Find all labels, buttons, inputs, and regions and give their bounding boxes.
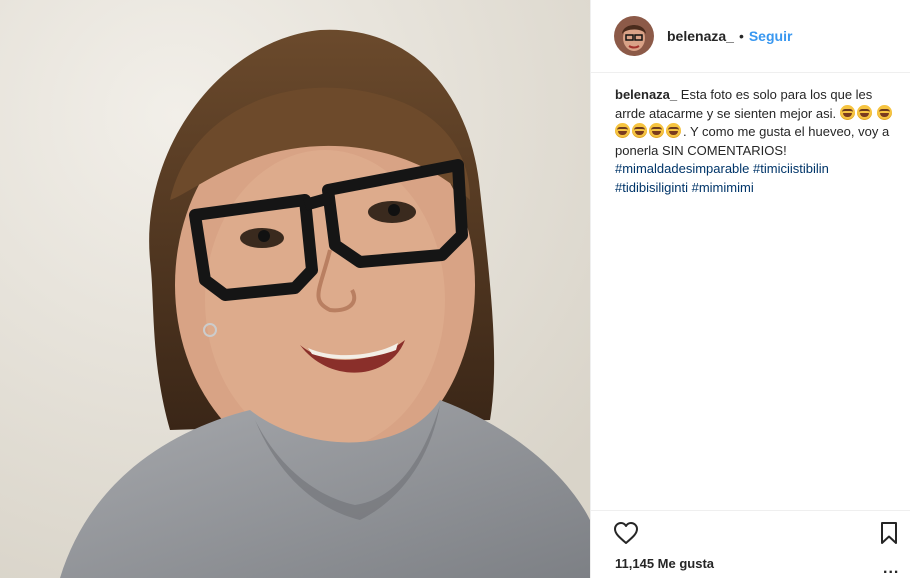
post-actions-bar (591, 510, 910, 559)
laughing-emoji-icon (615, 123, 630, 138)
laughing-emoji-icon (632, 123, 647, 138)
hashtag-link[interactable]: #tidibisiliginti (615, 180, 688, 195)
laughing-emoji-icon (649, 123, 664, 138)
laughing-emoji-icon (856, 104, 872, 120)
follow-button[interactable]: Seguir (749, 28, 793, 44)
avatar-image (614, 16, 654, 56)
likes-count[interactable]: 11,145 Me gusta (615, 556, 714, 571)
post-side-panel: belenaza_ • Seguir belenaza_ Esta foto e… (590, 0, 910, 578)
avatar[interactable] (614, 16, 654, 56)
laughing-emoji-icon (877, 104, 893, 120)
hashtag-link[interactable]: #mimaldadesimparable (615, 161, 749, 176)
separator-dot: • (738, 28, 744, 44)
post-header: belenaza_ • Seguir (591, 0, 910, 73)
laughing-emoji-icon (839, 104, 855, 120)
hashtag-link[interactable]: #mimimimi (692, 180, 754, 195)
heart-icon[interactable] (613, 521, 639, 550)
post-username[interactable]: belenaza_ (667, 28, 734, 44)
selfie-image (0, 0, 590, 578)
caption-username[interactable]: belenaza_ (615, 87, 677, 102)
post-caption: belenaza_ Esta foto es solo para los que… (615, 86, 901, 197)
post-photo[interactable] (0, 0, 590, 578)
laughing-emoji-icon (666, 123, 681, 138)
more-options-icon[interactable]: ... (883, 560, 899, 578)
hashtag-link[interactable]: #timiciistibilin (753, 161, 829, 176)
bookmark-icon[interactable] (879, 521, 899, 550)
